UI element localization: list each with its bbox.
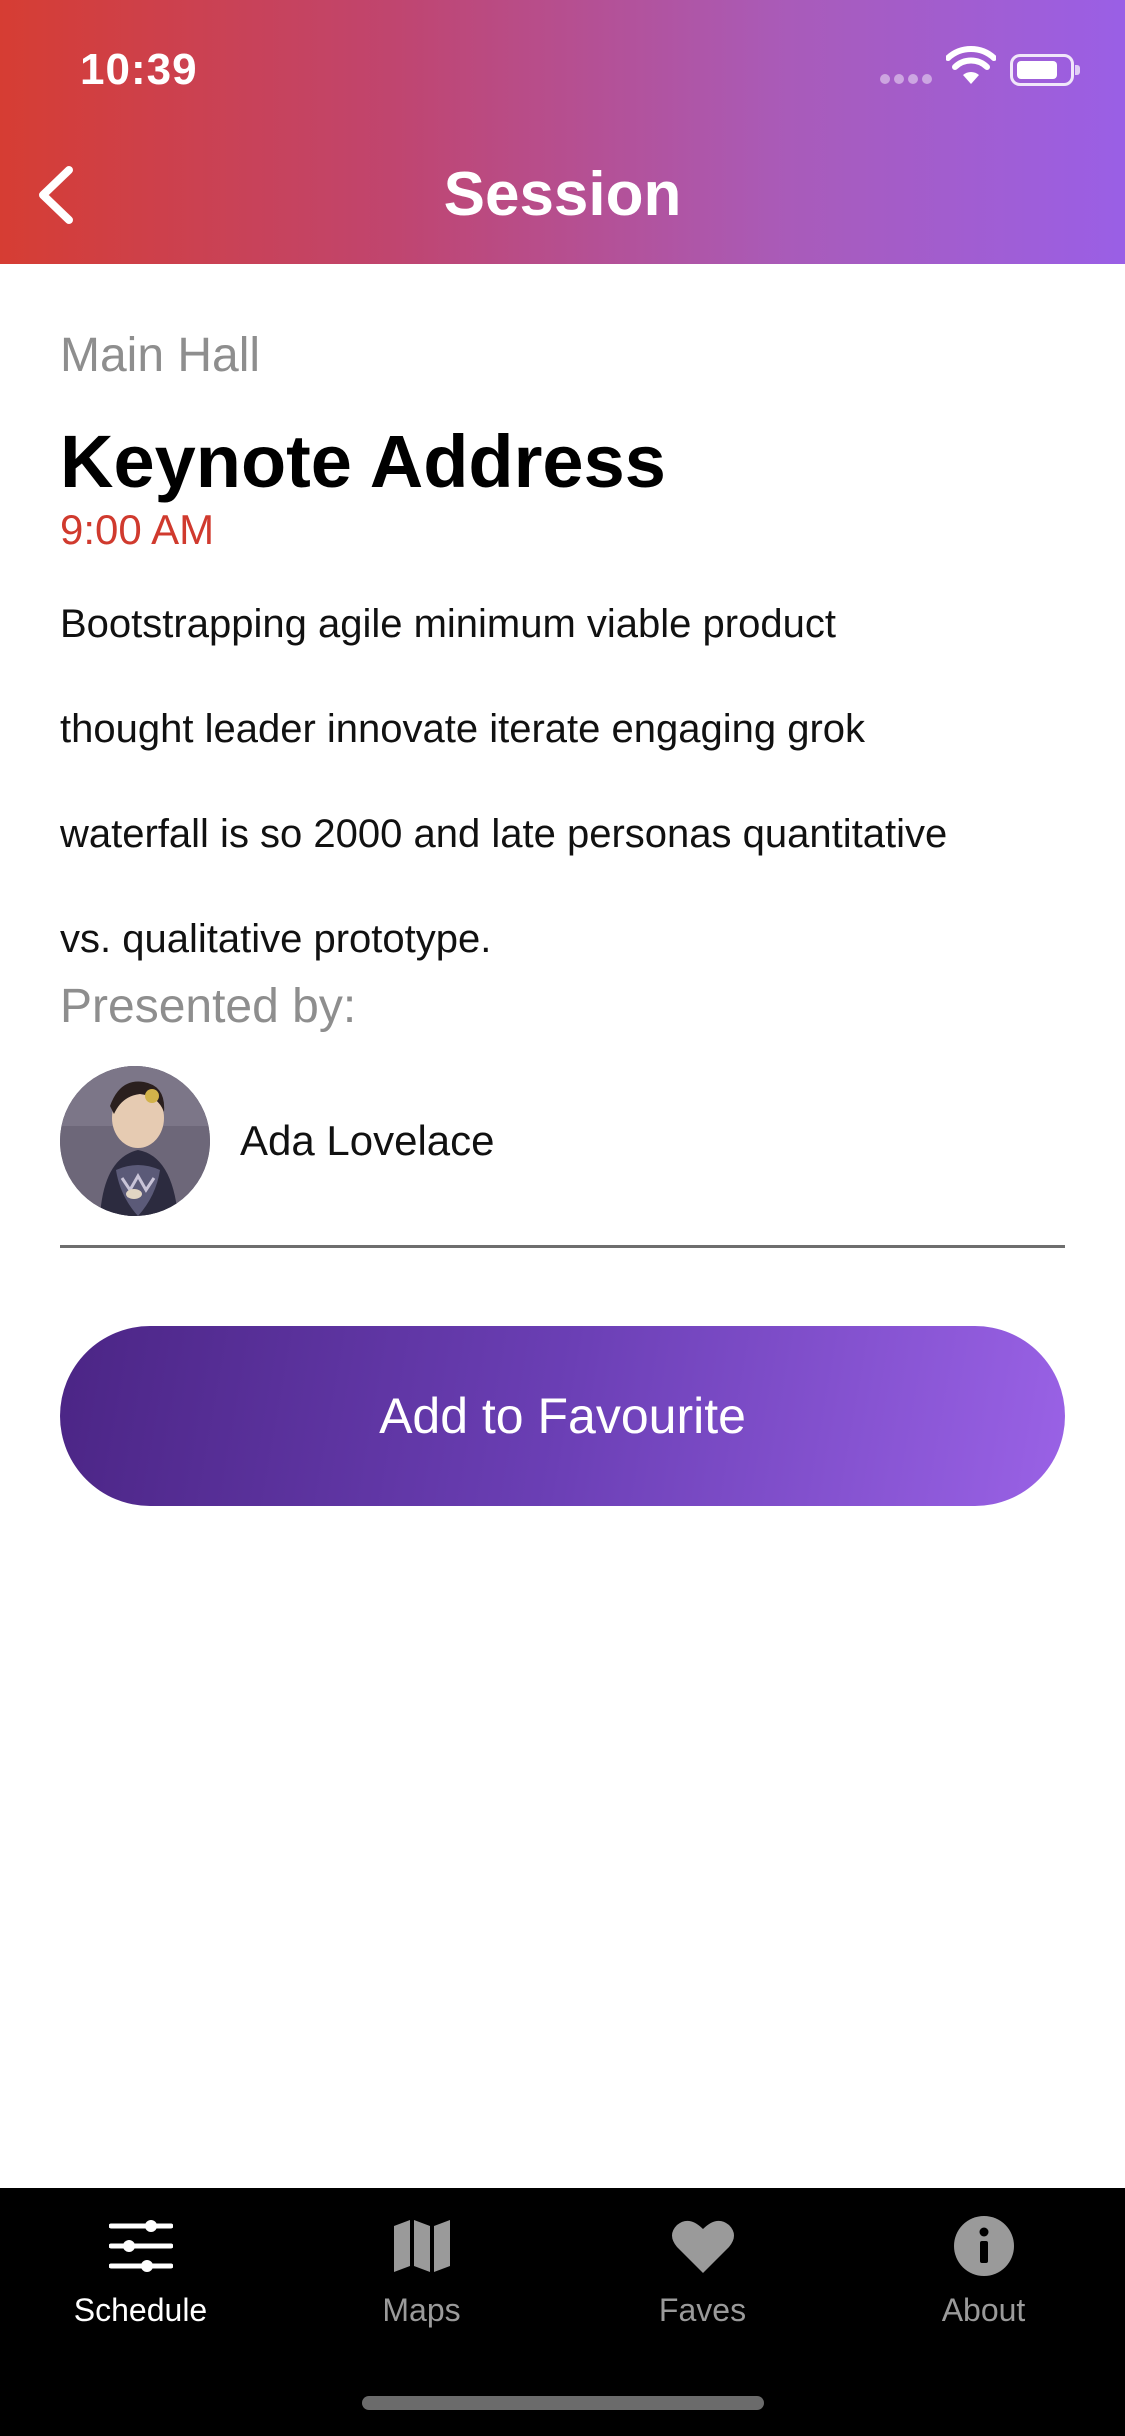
description-line: waterfall is so 2000 and late personas q… xyxy=(60,812,948,856)
info-icon xyxy=(953,2216,1014,2276)
map-icon xyxy=(393,2220,450,2272)
avatar xyxy=(60,1066,210,1216)
speaker-name: Ada Lovelace xyxy=(240,1117,495,1164)
description-line: Bootstrapping agile minimum viable produ… xyxy=(60,602,836,646)
heart-icon xyxy=(671,2220,734,2273)
session-room: Main Hall xyxy=(60,329,261,382)
tab-label: About xyxy=(941,2292,1026,2328)
tab-faves[interactable]: Faves xyxy=(562,2188,843,2358)
tab-about[interactable]: About xyxy=(843,2188,1124,2358)
cellular-signal-icon xyxy=(880,74,932,84)
page-title: Session xyxy=(443,160,682,229)
tab-maps[interactable]: Maps xyxy=(281,2188,562,2358)
presented-by-label: Presented by: xyxy=(60,980,357,1033)
session-title: Keynote Address xyxy=(60,420,666,503)
speaker-row[interactable]: Ada Lovelace xyxy=(60,1066,1065,1248)
speaker-portrait xyxy=(60,1066,210,1216)
tab-label: Schedule xyxy=(73,2292,208,2328)
session-time: 9:00 AM xyxy=(60,506,215,553)
tab-label: Faves xyxy=(658,2292,747,2328)
description-line: thought leader innovate iterate engaging… xyxy=(60,707,866,751)
session-description: Bootstrapping agile minimum viable produ… xyxy=(60,572,1070,992)
add-to-favourite-button[interactable]: Add to Favourite xyxy=(60,1326,1065,1506)
tab-label: Maps xyxy=(382,2292,461,2328)
status-time: 10:39 xyxy=(80,45,198,94)
home-indicator xyxy=(362,2396,764,2410)
tab-schedule[interactable]: Schedule xyxy=(0,2188,281,2358)
sliders-icon xyxy=(108,2220,173,2272)
battery-icon xyxy=(1010,54,1080,86)
header-bar: 10:39 Session xyxy=(0,0,1125,264)
wifi-icon xyxy=(946,46,996,84)
